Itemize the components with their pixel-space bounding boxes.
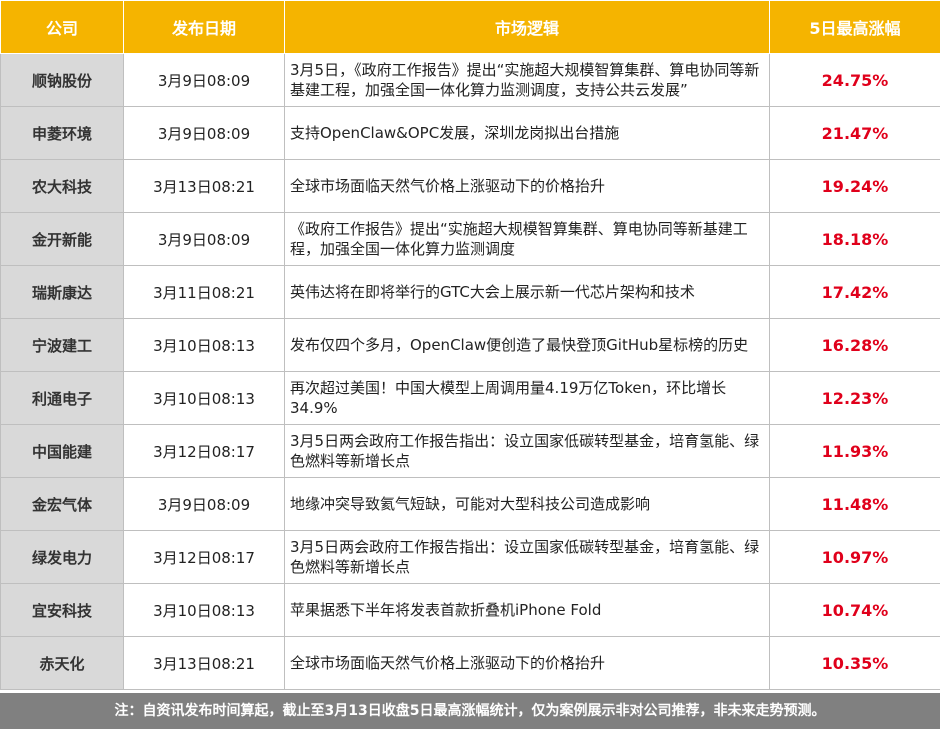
market-logic-cell: 3月5日两会政府工作报告指出：设立国家低碳转型基金，培育氢能、绿色燃料等新增长点: [284, 530, 770, 584]
table-row: 宁波建工 3月10日08:13 发布仅四个多月，OpenClaw便创造了最快登顶Gi…: [0, 318, 940, 372]
publish-date-cell: 3月10日08:13: [123, 371, 285, 425]
market-logic-cell-text: 支持OpenClaw&OPC发展，深圳龙岗拟出台措施: [290, 124, 620, 142]
market-logic-cell-text: 苹果据悉下半年将发表首款折叠机iPhone Fold: [290, 601, 602, 619]
max-gain-cell: 10.97%: [769, 530, 940, 584]
company-name-cell: 中国能建: [0, 424, 124, 478]
company-name-cell: 瑞斯康达: [0, 265, 124, 319]
table-row: 宜安科技 3月10日08:13 苹果据悉下半年将发表首款折叠机iPhone Fold…: [0, 583, 940, 637]
publish-date-cell: 3月9日08:09: [123, 477, 285, 531]
table-row: 顺钠股份 3月9日08:09 3月5日，《政府工作报告》提出“实施超大规模智算集群、…: [0, 53, 940, 107]
stock-table-page: 公司 发布日期 市场逻辑 5日最高涨幅 顺钠股份 3月9日08:09 3月5日，《政…: [0, 0, 940, 729]
max-gain-cell: 16.28%: [769, 318, 940, 372]
max-gain-cell: 21.47%: [769, 106, 940, 160]
publish-date-cell: 3月13日08:21: [123, 636, 285, 690]
header-market-logic: 市场逻辑: [284, 0, 770, 54]
max-gain-cell: 11.93%: [769, 424, 940, 478]
publish-date-cell: 3月9日08:09: [123, 106, 285, 160]
header-publish-date: 发布日期: [123, 0, 285, 54]
max-gain-cell: 24.75%: [769, 53, 940, 107]
max-gain-cell: 11.48%: [769, 477, 940, 531]
publish-date-cell: 3月11日08:21: [123, 265, 285, 319]
table-row: 瑞斯康达 3月11日08:21 英伟达将在即将举行的GTC大会上展示新一代芯片架构和…: [0, 265, 940, 319]
market-logic-cell-text: 3月5日，《政府工作报告》提出“实施超大规模智算集群、算电协同等新基建工程，加强…: [290, 61, 760, 99]
company-name-cell: 利通电子: [0, 371, 124, 425]
market-logic-cell: 再次超过美国！中国大模型上周调用量4.19万亿Token，环比增长34.9%: [284, 371, 770, 425]
max-gain-cell: 19.24%: [769, 159, 940, 213]
market-logic-cell-text: 《政府工作报告》提出“实施超大规模智算集群、算电协同等新基建工程，加强全国一体化…: [290, 220, 748, 258]
market-logic-cell: 英伟达将在即将举行的GTC大会上展示新一代芯片架构和技术: [284, 265, 770, 319]
company-name-cell: 申菱环境: [0, 106, 124, 160]
footer-note: 注：自资讯发布时间算起，截止至3月13日收盘5日最高涨幅统计，仅为案例展示非对公…: [0, 693, 940, 729]
market-logic-cell: 《政府工作报告》提出“实施超大规模智算集群、算电协同等新基建工程，加强全国一体化…: [284, 212, 770, 266]
table-row: 金宏气体 3月9日08:09 地缘冲突导致氦气短缺，可能对大型科技公司造成影响 11.…: [0, 477, 940, 531]
header-5day-max-gain: 5日最高涨幅: [769, 0, 940, 54]
company-name-cell: 顺钠股份: [0, 53, 124, 107]
stock-gain-table: 公司 发布日期 市场逻辑 5日最高涨幅 顺钠股份 3月9日08:09 3月5日，《政…: [0, 0, 940, 690]
header-company: 公司: [0, 0, 124, 54]
table-row: 绿发电力 3月12日08:17 3月5日两会政府工作报告指出：设立国家低碳转型基金，…: [0, 530, 940, 584]
table-row: 赤天化 3月13日08:21 全球市场面临天然气价格上涨驱动下的价格抬升 10.35%: [0, 636, 940, 690]
company-name-cell: 宁波建工: [0, 318, 124, 372]
table-body: 顺钠股份 3月9日08:09 3月5日，《政府工作报告》提出“实施超大规模智算集群、…: [0, 53, 940, 690]
max-gain-cell: 12.23%: [769, 371, 940, 425]
market-logic-cell: 3月5日两会政府工作报告指出：设立国家低碳转型基金，培育氢能、绿色燃料等新增长点: [284, 424, 770, 478]
market-logic-cell-text: 发布仅四个多月，OpenClaw便创造了最快登顶GitHub星标榜的历史: [290, 336, 749, 354]
max-gain-cell: 10.35%: [769, 636, 940, 690]
publish-date-cell: 3月10日08:13: [123, 318, 285, 372]
market-logic-cell-text: 3月5日两会政府工作报告指出：设立国家低碳转型基金，培育氢能、绿色燃料等新增长点: [290, 432, 760, 470]
market-logic-cell-text: 地缘冲突导致氦气短缺，可能对大型科技公司造成影响: [290, 495, 651, 513]
max-gain-cell: 10.74%: [769, 583, 940, 637]
table-row: 金开新能 3月9日08:09 《政府工作报告》提出“实施超大规模智算集群、算电协同等…: [0, 212, 940, 266]
table-row: 申菱环境 3月9日08:09 支持OpenClaw&OPC发展，深圳龙岗拟出台措施 2…: [0, 106, 940, 160]
publish-date-cell: 3月9日08:09: [123, 212, 285, 266]
max-gain-cell: 18.18%: [769, 212, 940, 266]
market-logic-cell: 全球市场面临天然气价格上涨驱动下的价格抬升: [284, 159, 770, 213]
market-logic-cell: 发布仅四个多月，OpenClaw便创造了最快登顶GitHub星标榜的历史: [284, 318, 770, 372]
company-name-cell: 绿发电力: [0, 530, 124, 584]
publish-date-cell: 3月13日08:21: [123, 159, 285, 213]
max-gain-cell: 17.42%: [769, 265, 940, 319]
market-logic-cell-text: 再次超过美国！中国大模型上周调用量4.19万亿Token，环比增长34.9%: [290, 379, 727, 417]
company-name-cell: 赤天化: [0, 636, 124, 690]
table-row: 中国能建 3月12日08:17 3月5日两会政府工作报告指出：设立国家低碳转型基金，…: [0, 424, 940, 478]
market-logic-cell: 全球市场面临天然气价格上涨驱动下的价格抬升: [284, 636, 770, 690]
market-logic-cell: 地缘冲突导致氦气短缺，可能对大型科技公司造成影响: [284, 477, 770, 531]
market-logic-cell-text: 全球市场面临天然气价格上涨驱动下的价格抬升: [290, 654, 606, 672]
publish-date-cell: 3月12日08:17: [123, 424, 285, 478]
company-name-cell: 农大科技: [0, 159, 124, 213]
market-logic-cell-text: 3月5日两会政府工作报告指出：设立国家低碳转型基金，培育氢能、绿色燃料等新增长点: [290, 538, 760, 576]
market-logic-cell-text: 英伟达将在即将举行的GTC大会上展示新一代芯片架构和技术: [290, 283, 695, 301]
table-row: 利通电子 3月10日08:13 再次超过美国！中国大模型上周调用量4.19万亿Tok…: [0, 371, 940, 425]
table-row: 农大科技 3月13日08:21 全球市场面临天然气价格上涨驱动下的价格抬升 19.24…: [0, 159, 940, 213]
publish-date-cell: 3月10日08:13: [123, 583, 285, 637]
company-name-cell: 金宏气体: [0, 477, 124, 531]
company-name-cell: 宜安科技: [0, 583, 124, 637]
market-logic-cell-text: 全球市场面临天然气价格上涨驱动下的价格抬升: [290, 177, 606, 195]
publish-date-cell: 3月12日08:17: [123, 530, 285, 584]
market-logic-cell: 3月5日，《政府工作报告》提出“实施超大规模智算集群、算电协同等新基建工程，加强…: [284, 53, 770, 107]
company-name-cell: 金开新能: [0, 212, 124, 266]
table-header-row: 公司 发布日期 市场逻辑 5日最高涨幅: [0, 0, 940, 54]
market-logic-cell: 支持OpenClaw&OPC发展，深圳龙岗拟出台措施: [284, 106, 770, 160]
publish-date-cell: 3月9日08:09: [123, 53, 285, 107]
market-logic-cell: 苹果据悉下半年将发表首款折叠机iPhone Fold: [284, 583, 770, 637]
